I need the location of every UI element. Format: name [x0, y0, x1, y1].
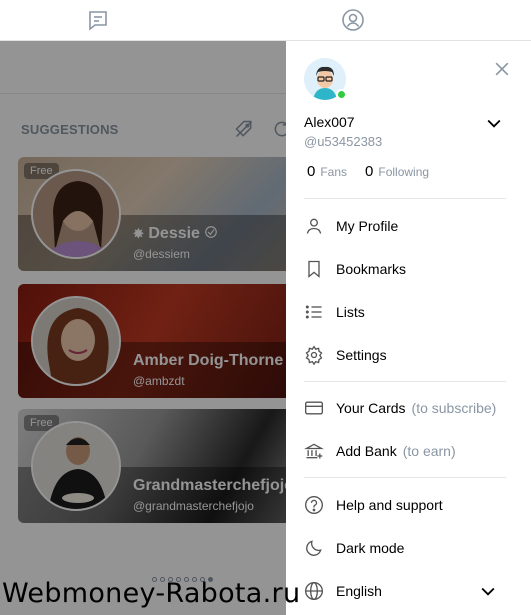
globe-icon: [305, 582, 323, 600]
menu-item-your-cards[interactable]: Your Cards (to subscribe): [304, 393, 509, 423]
divider: [304, 381, 506, 382]
divider: [304, 198, 506, 199]
menu-item-add-bank[interactable]: Add Bank (to earn): [304, 436, 509, 466]
menu-hint: (to earn): [402, 443, 456, 459]
messages-icon[interactable]: [86, 8, 110, 32]
fans-count: 0: [307, 163, 316, 180]
drawer-backdrop[interactable]: [0, 41, 286, 615]
menu-item-help[interactable]: Help and support: [304, 490, 509, 520]
bank-icon: [304, 443, 324, 459]
account-drawer: Alex007 @u53452383 0 Fans 0 Following My P…: [286, 41, 531, 615]
menu-label: Dark mode: [336, 540, 405, 556]
user-handle: @u53452383: [304, 134, 383, 149]
menu-label: Add Bank: [336, 443, 397, 459]
follow-stats: 0 Fans 0 Following: [307, 163, 429, 181]
menu-label: Bookmarks: [336, 261, 407, 277]
watermark: Webmoney-Rabota.ru: [2, 578, 301, 609]
menu-label: Help and support: [336, 497, 443, 513]
list-icon: [305, 305, 322, 319]
profile-icon[interactable]: [341, 8, 365, 32]
menu-item-bookmarks[interactable]: Bookmarks: [304, 254, 509, 284]
menu-label: Your Cards: [336, 400, 406, 416]
menu-item-dark-mode[interactable]: Dark mode: [304, 533, 509, 563]
following-count: 0: [365, 163, 374, 180]
menu-label: Settings: [336, 347, 387, 363]
moon-icon: [306, 540, 322, 556]
menu-label: Lists: [336, 304, 365, 320]
following-stat[interactable]: 0 Following: [365, 163, 429, 181]
gear-icon: [305, 345, 323, 365]
online-status-indicator: [336, 89, 347, 100]
chevron-down-icon[interactable]: [484, 113, 504, 133]
fans-stat[interactable]: 0 Fans: [307, 163, 347, 181]
fans-label: Fans: [320, 165, 348, 179]
following-label: Following: [378, 165, 430, 179]
credit-card-icon: [305, 401, 323, 415]
bookmark-icon: [308, 260, 320, 278]
menu-label: English: [336, 583, 382, 599]
divider: [304, 477, 506, 478]
top-bar: [0, 0, 531, 41]
menu-label: My Profile: [336, 218, 399, 234]
user-icon: [306, 218, 322, 234]
menu-hint: (to subscribe): [411, 400, 497, 416]
menu-item-lists[interactable]: Lists: [304, 297, 509, 327]
close-icon[interactable]: [492, 59, 512, 79]
user-name: Alex007: [304, 114, 355, 130]
help-icon: [305, 496, 323, 514]
menu-item-my-profile[interactable]: My Profile: [304, 211, 509, 241]
menu-item-settings[interactable]: Settings: [304, 340, 509, 370]
chevron-down-icon[interactable]: [478, 581, 498, 601]
